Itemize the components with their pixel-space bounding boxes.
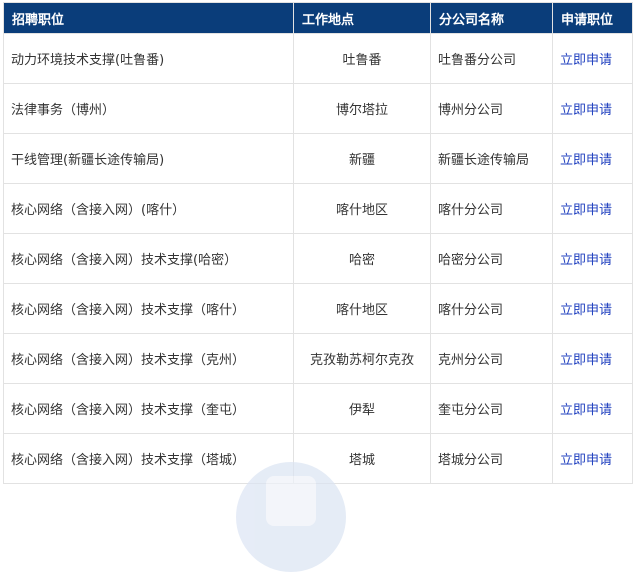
apply-link[interactable]: 立即申请: [560, 453, 612, 468]
job-listing: 招聘职位 工作地点 分公司名称 申请职位 动力环境技术支撑(吐鲁番) 吐鲁番 吐…: [3, 2, 633, 484]
table-row: 动力环境技术支撑(吐鲁番) 吐鲁番 吐鲁番分公司 立即申请: [3, 33, 633, 84]
job-position: 动力环境技术支撑(吐鲁番): [3, 33, 294, 84]
job-branch: 喀什分公司: [430, 283, 553, 334]
table-row: 核心网络（含接入网）(喀什） 喀什地区 喀什分公司 立即申请: [3, 183, 633, 234]
apply-cell: 立即申请: [552, 33, 633, 84]
job-position: 核心网络（含接入网）技术支撑（喀什）: [3, 283, 294, 334]
job-branch: 喀什分公司: [430, 183, 553, 234]
job-location: 喀什地区: [293, 183, 431, 234]
apply-cell: 立即申请: [552, 233, 633, 284]
apply-cell: 立即申请: [552, 183, 633, 234]
table-row: 核心网络（含接入网）技术支撑（克州） 克孜勒苏柯尔克孜 克州分公司 立即申请: [3, 333, 633, 384]
job-position: 干线管理(新疆长途传输局): [3, 133, 294, 184]
apply-cell: 立即申请: [552, 383, 633, 434]
job-branch: 博州分公司: [430, 83, 553, 134]
job-position: 核心网络（含接入网）(喀什）: [3, 183, 294, 234]
apply-link[interactable]: 立即申请: [560, 353, 612, 368]
job-location: 克孜勒苏柯尔克孜: [293, 333, 431, 384]
apply-link[interactable]: 立即申请: [560, 203, 612, 218]
table-row: 法律事务（博州） 博尔塔拉 博州分公司 立即申请: [3, 83, 633, 134]
header-branch: 分公司名称: [430, 2, 553, 34]
job-location: 哈密: [293, 233, 431, 284]
header-apply: 申请职位: [552, 2, 633, 34]
job-branch: 哈密分公司: [430, 233, 553, 284]
job-location: 伊犁: [293, 383, 431, 434]
apply-cell: 立即申请: [552, 333, 633, 384]
table-row: 核心网络（含接入网）技术支撑(哈密） 哈密 哈密分公司 立即申请: [3, 233, 633, 284]
watermark-logo: [236, 462, 346, 572]
job-location: 博尔塔拉: [293, 83, 431, 134]
header-location: 工作地点: [293, 2, 431, 34]
apply-link[interactable]: 立即申请: [560, 103, 612, 118]
job-position: 核心网络（含接入网）技术支撑（奎屯）: [3, 383, 294, 434]
table-row: 核心网络（含接入网）技术支撑（喀什） 喀什地区 喀什分公司 立即申请: [3, 283, 633, 334]
job-position: 核心网络（含接入网）技术支撑（塔城）: [3, 433, 294, 484]
job-location: 喀什地区: [293, 283, 431, 334]
job-branch: 克州分公司: [430, 333, 553, 384]
job-branch: 奎屯分公司: [430, 383, 553, 434]
job-branch: 吐鲁番分公司: [430, 33, 553, 84]
apply-cell: 立即申请: [552, 133, 633, 184]
table-row: 干线管理(新疆长途传输局) 新疆 新疆长途传输局 立即申请: [3, 133, 633, 184]
header-row: 招聘职位 工作地点 分公司名称 申请职位: [3, 2, 633, 34]
job-location: 新疆: [293, 133, 431, 184]
job-position: 核心网络（含接入网）技术支撑（克州）: [3, 333, 294, 384]
job-table: 招聘职位 工作地点 分公司名称 申请职位 动力环境技术支撑(吐鲁番) 吐鲁番 吐…: [3, 2, 633, 484]
apply-link[interactable]: 立即申请: [560, 153, 612, 168]
apply-cell: 立即申请: [552, 283, 633, 334]
job-branch: 塔城分公司: [430, 433, 553, 484]
job-branch: 新疆长途传输局: [430, 133, 553, 184]
apply-cell: 立即申请: [552, 433, 633, 484]
table-row: 核心网络（含接入网）技术支撑（奎屯） 伊犁 奎屯分公司 立即申请: [3, 383, 633, 434]
apply-cell: 立即申请: [552, 83, 633, 134]
watermark-icon: [266, 476, 316, 526]
apply-link[interactable]: 立即申请: [560, 303, 612, 318]
table-header: 招聘职位 工作地点 分公司名称 申请职位: [3, 2, 633, 34]
apply-link[interactable]: 立即申请: [560, 253, 612, 268]
table-body: 动力环境技术支撑(吐鲁番) 吐鲁番 吐鲁番分公司 立即申请 法律事务（博州） 博…: [3, 33, 633, 484]
job-position: 核心网络（含接入网）技术支撑(哈密）: [3, 233, 294, 284]
header-position: 招聘职位: [3, 2, 294, 34]
apply-link[interactable]: 立即申请: [560, 403, 612, 418]
job-position: 法律事务（博州）: [3, 83, 294, 134]
job-location: 吐鲁番: [293, 33, 431, 84]
apply-link[interactable]: 立即申请: [560, 53, 612, 68]
